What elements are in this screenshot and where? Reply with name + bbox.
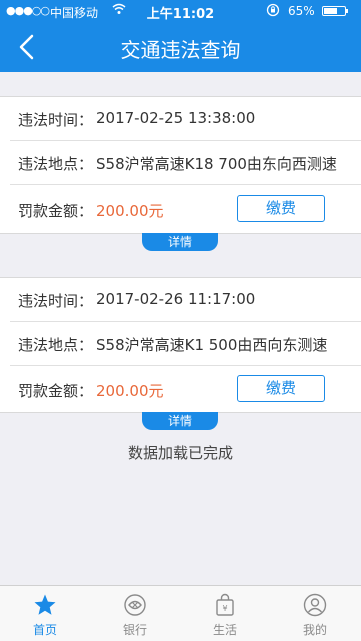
- detail-button[interactable]: 详情: [142, 412, 218, 430]
- nav-bar: 交通违法查询: [0, 22, 361, 72]
- fine-label: 罚款金额：: [18, 202, 94, 220]
- battery-cap: [346, 9, 348, 13]
- battery-fill: [324, 8, 337, 14]
- tab-life[interactable]: ¥ 生活: [180, 586, 270, 641]
- tab-label: 首页: [32, 623, 57, 637]
- violation-place-label: 违法地点：: [18, 155, 94, 173]
- violation-time-label: 违法时间：: [18, 292, 94, 310]
- fine-label: 罚款金额：: [18, 382, 94, 400]
- user-icon: [303, 593, 327, 617]
- violation-time-value: 2017-02-25 13:38:00: [96, 109, 256, 127]
- divider: [10, 321, 361, 322]
- tab-bank[interactable]: 银行: [90, 586, 180, 641]
- svg-text:¥: ¥: [222, 604, 227, 613]
- tab-label: 银行: [122, 623, 147, 637]
- divider: [10, 184, 361, 185]
- divider: [10, 365, 361, 366]
- tab-mine[interactable]: 我的: [270, 586, 360, 641]
- divider: [10, 140, 361, 141]
- fine-amount: 200.00元: [96, 382, 164, 400]
- battery-icon: [322, 6, 348, 16]
- rotation-lock-icon: [266, 3, 280, 20]
- detail-button[interactable]: 详情: [142, 233, 218, 251]
- violation-time-label: 违法时间：: [18, 111, 94, 129]
- shopping-bag-icon: ¥: [213, 593, 237, 617]
- status-bar: ●●●○○ 中国移动 上午11:02 65%: [0, 0, 361, 22]
- tab-label: 我的: [302, 623, 327, 637]
- violation-place-label: 违法地点：: [18, 336, 94, 354]
- pay-button[interactable]: 缴费: [237, 375, 325, 402]
- tab-bar: 首页 银行 ¥ 生活 我的: [0, 585, 361, 641]
- violation-place-value: S58沪常高速K1 500由西向东测速: [96, 336, 328, 354]
- load-complete-text: 数据加载已完成: [127, 444, 233, 462]
- bank-icon: [123, 593, 147, 617]
- fine-amount: 200.00元: [96, 202, 164, 220]
- tab-home[interactable]: 首页: [0, 586, 90, 641]
- violation-card: 违法时间： 2017-02-25 13:38:00 违法地点： S58沪常高速K…: [0, 96, 361, 234]
- star-icon: [33, 593, 57, 617]
- violation-card: 违法时间： 2017-02-26 11:17:00 违法地点： S58沪常高速K…: [0, 277, 361, 413]
- violation-place-value: S58沪常高速K18 700由东向西测速: [96, 155, 337, 173]
- violation-time-value: 2017-02-26 11:17:00: [96, 290, 256, 308]
- pay-button[interactable]: 缴费: [237, 195, 325, 222]
- battery-percent: 65%: [288, 4, 315, 18]
- page-title: 交通违法查询: [120, 38, 241, 62]
- tab-label: 生活: [212, 623, 237, 637]
